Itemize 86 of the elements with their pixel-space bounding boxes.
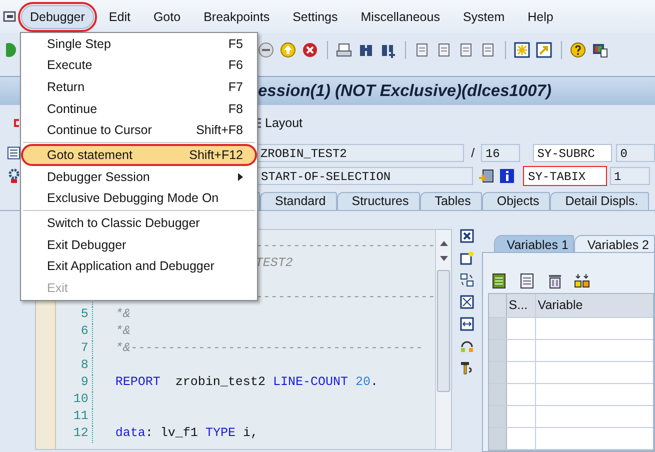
swap-icon[interactable] [460,273,474,287]
code-text: i, [242,426,258,440]
gear-icon [7,168,21,184]
menu-item[interactable]: Continue to Cursor Shift+F8 [21,119,257,141]
window-menu-icon[interactable] [3,10,17,22]
source-display-icon[interactable] [478,168,494,184]
navigation-icon[interactable] [258,42,274,58]
expand-icon[interactable] [460,295,474,309]
event-field: START-OF-SELECTION [257,167,473,185]
info-icon[interactable] [499,168,515,184]
page-icon[interactable] [458,42,474,58]
code-text: LINE-COUNT [272,375,348,389]
close-icon[interactable] [460,229,474,243]
menu-item[interactable]: Switch to Classic Debugger [21,212,257,234]
line-number: 11 [73,409,88,423]
system-field-input[interactable]: SY-TABIX [524,167,606,185]
code-text: *& [115,324,130,338]
code-text: REPORT [115,375,160,389]
table-icon[interactable] [492,273,508,289]
scroll-thumb[interactable] [437,270,450,392]
line-number: 8 [80,358,88,372]
menu-item[interactable]: Exit Application and Debugger [21,255,257,277]
new-window-icon[interactable] [460,251,474,265]
code-text: 20 [354,375,370,389]
code-text: zrobin_test2 [174,375,266,389]
page-icon[interactable] [480,42,496,58]
menu-item[interactable]: Goto statement Shift+F12 [21,144,257,166]
menu-title[interactable]: Miscellaneous [352,6,448,28]
menu-title[interactable]: Breakpoints [196,6,278,28]
submenu-arrow-icon [238,172,243,181]
slash-label: / [470,146,476,160]
help-icon[interactable] [570,42,586,58]
headset-icon[interactable] [460,339,474,353]
code-text: TYPE [205,426,236,440]
tab[interactable]: Variables 1 [494,235,574,252]
tab[interactable]: Standard [260,192,337,210]
menu-title[interactable]: Goto [145,6,189,28]
line-number: 7 [80,341,88,355]
page-icon[interactable] [436,42,452,58]
tools-icon[interactable] [460,361,474,375]
menu-item[interactable]: Continue F8 [21,98,257,120]
system-field-input[interactable]: SY-SUBRC [533,144,612,162]
width-icon[interactable] [460,317,474,331]
line-number: 6 [80,324,88,338]
menu-title[interactable]: Settings [284,6,346,28]
monitor-icon[interactable] [592,42,608,58]
line-number: 10 [73,392,88,406]
menu-item[interactable]: Execute F6 [21,54,257,76]
boxes-arrows-icon[interactable] [574,273,590,289]
line-field: 16 [481,144,520,162]
menu-item[interactable]: Debugger Session [21,166,257,188]
tab[interactable]: Detail Displs. [550,192,650,210]
window-title: ession(1) (NOT Exclusive)(dlces1007) [258,82,552,100]
menu-item[interactable]: Exclusive Debugging Mode On [21,188,257,210]
code-text: : lv_f1 [145,426,199,440]
bracket-icon [14,118,20,128]
document-icon[interactable] [520,273,536,289]
tab[interactable]: Objects [482,192,550,210]
line-number: 5 [80,307,88,321]
new-window-icon[interactable] [514,42,530,58]
tab[interactable]: Variables 2 [574,235,655,252]
menu-title[interactable]: System [454,6,513,28]
shortcut-icon[interactable] [536,42,552,58]
code-text: *& [115,307,130,321]
system-value-field: 0 [616,144,655,162]
vertical-scrollbar[interactable] [435,230,451,449]
line-number: 12 [73,426,88,440]
column-header[interactable]: Variable [536,294,653,317]
cancel-icon[interactable] [302,42,318,58]
menu-title[interactable]: Help [520,6,562,28]
menu-item[interactable]: Return F7 [21,76,257,98]
program-field: ZROBIN_TEST2 [256,144,464,162]
tab[interactable]: Tables [420,192,482,210]
print-icon[interactable] [336,42,352,58]
system-value-field: 1 [610,167,650,185]
code-text: . [370,375,378,389]
menu-item[interactable]: Single Step F5 [21,33,257,55]
line-number: 9 [80,375,88,389]
trash-icon[interactable] [548,273,562,289]
code-text: *&--------------------------------------- [115,341,423,355]
code-text: data [115,426,146,440]
column-header[interactable]: S... [506,294,536,317]
menu-title[interactable]: Edit [100,6,138,28]
page-icon[interactable] [414,42,430,58]
menu-item[interactable]: Exit Debugger [21,234,257,256]
tab[interactable]: Structures [336,192,420,210]
